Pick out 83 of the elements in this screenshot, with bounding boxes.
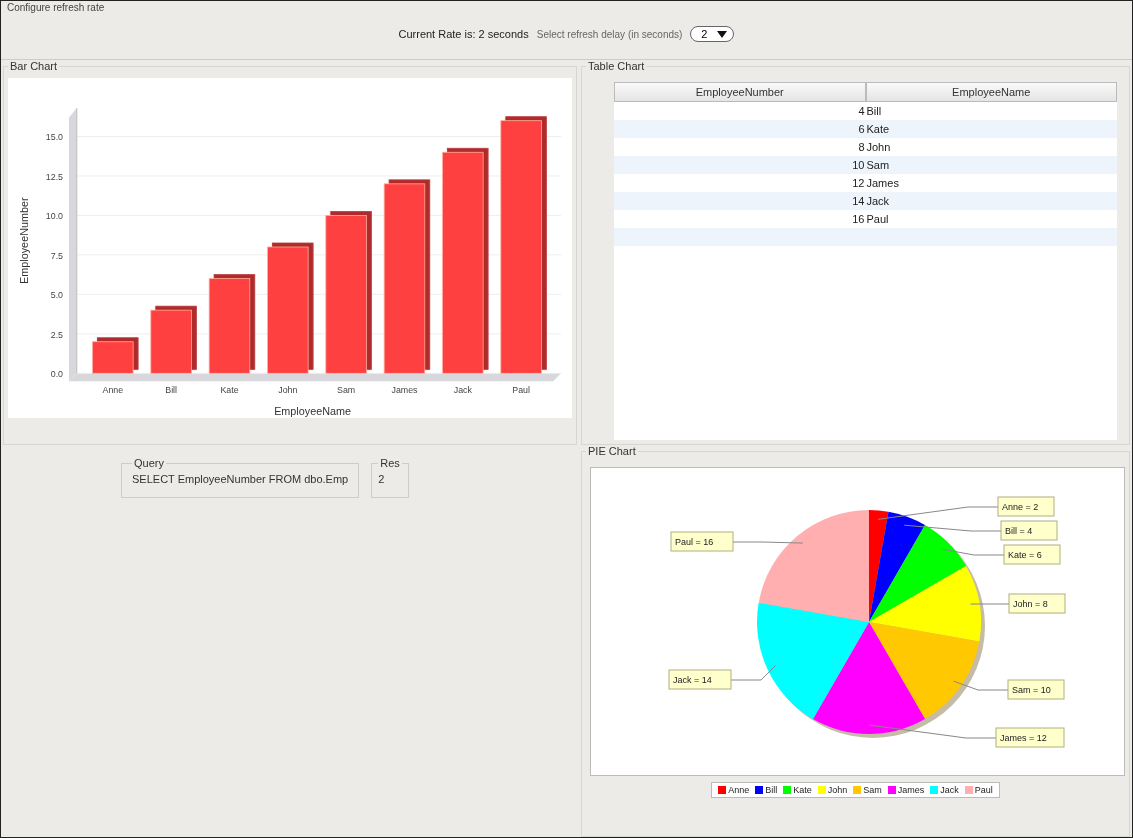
slice-label: James = 12 [1000, 733, 1047, 743]
table-row[interactable]: 14 Jack [614, 192, 1117, 210]
current-rate-text: Current Rate is: 2 seconds [398, 28, 529, 40]
x-tick-label: Anne [102, 384, 124, 395]
x-tick-label: Jack [453, 384, 472, 395]
slice-label-background [1008, 593, 1066, 614]
slice-label: John = 8 [1013, 599, 1048, 609]
panel-title: PIE Chart [587, 445, 637, 457]
table-cell-text: John [866, 141, 892, 153]
x-axis-title: EmployeeName [274, 404, 351, 417]
x-tick-label: Bill [165, 384, 178, 395]
slice-label: Anne = 2 [1002, 502, 1039, 512]
caret-icon [717, 30, 728, 38]
panel-title: Table Chart [587, 60, 646, 72]
leader-line [941, 548, 1005, 556]
slice-label-background [1000, 520, 1058, 541]
table-row[interactable]: 10 Sam [614, 156, 1117, 174]
leader-line [952, 680, 1009, 691]
legend-label: James [897, 785, 925, 795]
query-text: SELECT EmployeeNumber FROM dbo.Emp [132, 473, 349, 485]
table-cell-text: 10 [851, 159, 866, 171]
slice-label-background [997, 496, 1055, 517]
x-tick-label: Paul [512, 384, 530, 395]
x-tick-label: John [278, 384, 298, 395]
y-tick-label: 12.5 [45, 171, 63, 182]
column-header[interactable]: EmployeeName [865, 82, 1117, 102]
table-row[interactable]: 6 Kate [614, 120, 1117, 138]
slice-label-background [995, 727, 1065, 748]
legend-label: Kate [793, 785, 812, 795]
legend-label: Bill [765, 785, 778, 795]
delay-dropdown[interactable]: 2 [690, 26, 735, 42]
panel-title: Query [133, 457, 165, 469]
slice-label: Sam = 10 [1012, 685, 1051, 695]
legend-label: Paul [974, 785, 993, 795]
table-cell-text: 12 [851, 177, 866, 189]
table-cell-text: Bill [866, 105, 883, 117]
slice-label-background [1003, 544, 1061, 565]
table-cell-text: 8 [857, 141, 866, 153]
x-tick-label: Kate [220, 384, 239, 395]
y-tick-label: 10.0 [45, 211, 63, 222]
table-row[interactable]: 12 James [614, 174, 1117, 192]
x-tick-label: James [391, 384, 418, 395]
slice-label: Jack = 14 [673, 675, 712, 685]
delay-label: Select refresh delay (in seconds) [536, 28, 683, 40]
table-cell-text: 6 [857, 123, 866, 135]
x-tick-label: Sam [337, 384, 356, 395]
section-title: Configure refresh rate [6, 2, 106, 14]
legend-label: Sam [863, 785, 882, 795]
legend-label: Anne [728, 785, 750, 795]
panel-title: Res [379, 457, 401, 469]
table-row[interactable]: 8 John [614, 138, 1117, 156]
y-tick-label: 5.0 [50, 290, 63, 301]
table-cell-text: Jack [866, 195, 891, 207]
table-cell-text: 16 [851, 213, 866, 225]
bar [150, 309, 192, 374]
table-cell-text: Kate [866, 123, 891, 135]
slice-label: Kate = 6 [1008, 550, 1042, 560]
slice-label: Paul = 16 [675, 537, 714, 547]
slice-label-background [670, 531, 734, 552]
panel-title: Bar Chart [9, 60, 59, 72]
leader-line [730, 665, 777, 681]
table-cell-text: 4 [857, 105, 866, 117]
slice-label-background [668, 669, 732, 690]
table-cell-text: 14 [851, 195, 866, 207]
legend-label: Jack [940, 785, 959, 795]
leader-line [969, 603, 1010, 605]
table-cell-text: Paul [866, 213, 890, 225]
table-cell-text: Sam [866, 159, 891, 171]
y-tick-label: 0.0 [50, 369, 63, 380]
y-tick-label: 15.0 [45, 132, 63, 143]
y-tick-label: 7.5 [50, 250, 63, 261]
leader-line [732, 541, 804, 544]
slice-label-background [1007, 679, 1065, 700]
y-axis-title: EmployeeNumber [17, 197, 30, 284]
y-tick-label: 2.5 [50, 329, 63, 340]
slice-label: Bill = 4 [1005, 526, 1033, 536]
legend-label: John [827, 785, 848, 795]
table-row[interactable]: 16 Paul [614, 210, 1117, 228]
bar [92, 341, 134, 374]
result-text: 2 [378, 473, 386, 485]
table-row[interactable]: 4 Bill [614, 102, 1117, 120]
column-header[interactable]: EmployeeNumber [614, 82, 866, 102]
table-cell-text: James [866, 177, 900, 189]
